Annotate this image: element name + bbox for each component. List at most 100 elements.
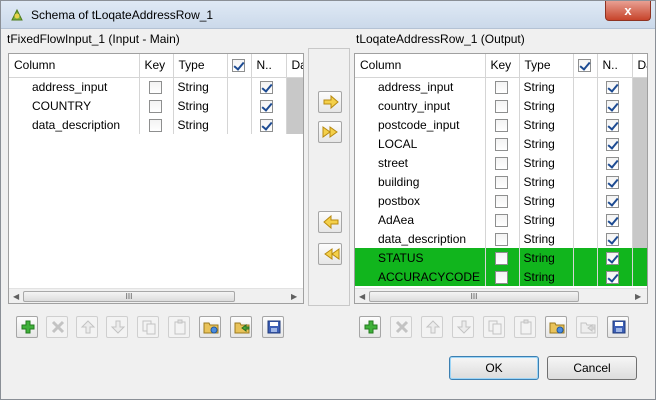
column-header-nullable[interactable]: N..: [251, 54, 287, 78]
key-cell[interactable]: [485, 229, 520, 248]
key-cell[interactable]: [485, 191, 520, 210]
copy-all-right-button[interactable]: [318, 121, 342, 143]
paste-button[interactable]: [168, 316, 190, 338]
table-row[interactable]: COUNTRY String: [9, 96, 303, 115]
type-cell[interactable]: String: [519, 77, 574, 96]
key-cell[interactable]: [139, 77, 174, 96]
column-header-key[interactable]: Key: [485, 54, 520, 78]
key-checkbox[interactable]: [494, 80, 508, 94]
import-schema-button[interactable]: [545, 316, 567, 338]
paste-button[interactable]: [514, 316, 536, 338]
cancel-button[interactable]: Cancel: [547, 356, 637, 380]
type-cell[interactable]: String: [519, 115, 574, 134]
date-pattern-cell[interactable]: [286, 115, 303, 134]
table-row[interactable]: postbox String: [355, 191, 647, 210]
key-cell[interactable]: [485, 77, 520, 96]
table-row[interactable]: country_input String: [355, 96, 647, 115]
nullable-cell[interactable]: [597, 77, 633, 96]
column-name-cell[interactable]: street: [355, 153, 486, 172]
nullable-checkbox[interactable]: [605, 232, 619, 246]
copy-selected-left-button[interactable]: [318, 211, 342, 233]
add-column-button[interactable]: [359, 316, 381, 338]
column-header-key[interactable]: Key: [139, 54, 174, 78]
key-cell[interactable]: [485, 96, 520, 115]
nullable-checkbox[interactable]: [605, 175, 619, 189]
column-name-cell[interactable]: address_input: [9, 77, 140, 96]
nullable-checkbox[interactable]: [605, 99, 619, 113]
nullable-checkbox[interactable]: [259, 80, 273, 94]
table-row[interactable]: LOCAL String: [355, 134, 647, 153]
type-cell[interactable]: String: [519, 210, 574, 229]
export-schema-button[interactable]: [230, 316, 252, 338]
export-schema-button[interactable]: [576, 316, 598, 338]
copy-selected-right-button[interactable]: [318, 91, 342, 113]
key-cell[interactable]: [485, 248, 520, 267]
nullable-cell[interactable]: [251, 96, 287, 115]
add-column-button[interactable]: [16, 316, 38, 338]
date-pattern-cell[interactable]: [632, 191, 647, 210]
type-cell[interactable]: String: [519, 191, 574, 210]
column-header-type[interactable]: Type: [173, 54, 228, 78]
column-header-name[interactable]: Column: [9, 54, 140, 78]
nullable-cell[interactable]: [597, 248, 633, 267]
nullable-checkbox[interactable]: [605, 251, 619, 265]
ok-button[interactable]: OK: [449, 356, 539, 380]
date-pattern-cell[interactable]: [632, 134, 647, 153]
type-cell[interactable]: String: [519, 267, 574, 286]
column-name-cell[interactable]: postbox: [355, 191, 486, 210]
output-table-hscrollbar[interactable]: ◀ III ▶: [355, 288, 647, 303]
key-cell[interactable]: [485, 153, 520, 172]
nullable-checkbox[interactable]: [605, 270, 619, 284]
column-name-cell[interactable]: country_input: [355, 96, 486, 115]
column-name-cell[interactable]: COUNTRY: [9, 96, 140, 115]
move-up-button[interactable]: [421, 316, 443, 338]
key-cell[interactable]: [139, 96, 174, 115]
save-schema-button[interactable]: [262, 316, 284, 338]
nullable-cell[interactable]: [597, 153, 633, 172]
key-cell[interactable]: [485, 210, 520, 229]
scroll-left-icon[interactable]: ◀: [359, 292, 365, 301]
copy-button[interactable]: [483, 316, 505, 338]
nullable-checkbox[interactable]: [605, 156, 619, 170]
nullable-checkbox[interactable]: [259, 118, 273, 132]
scroll-right-icon[interactable]: ▶: [291, 292, 297, 301]
date-pattern-cell[interactable]: [632, 96, 647, 115]
input-schema-table[interactable]: Column Key Type N.. Da address_input Stri…: [8, 53, 304, 304]
key-cell[interactable]: [485, 172, 520, 191]
key-checkbox[interactable]: [148, 80, 162, 94]
type-cell[interactable]: String: [519, 172, 574, 191]
close-button[interactable]: x: [605, 1, 651, 21]
copy-button[interactable]: [137, 316, 159, 338]
date-pattern-cell[interactable]: [286, 96, 303, 115]
date-pattern-cell[interactable]: [632, 210, 647, 229]
type-cell[interactable]: String: [519, 248, 574, 267]
date-pattern-cell[interactable]: [632, 229, 647, 248]
input-table-hscrollbar[interactable]: ◀ III ▶: [9, 288, 303, 303]
column-name-cell[interactable]: ACCURACYCODE: [355, 267, 486, 286]
key-checkbox[interactable]: [494, 118, 508, 132]
move-up-button[interactable]: [76, 316, 98, 338]
nullable-cell[interactable]: [597, 191, 633, 210]
date-pattern-cell[interactable]: [632, 115, 647, 134]
remove-column-button[interactable]: [46, 316, 68, 338]
key-cell[interactable]: [139, 115, 174, 134]
type-cell[interactable]: String: [519, 134, 574, 153]
column-name-cell[interactable]: data_description: [9, 115, 140, 134]
nullable-checkbox[interactable]: [259, 99, 273, 113]
type-cell[interactable]: String: [173, 77, 228, 96]
scroll-right-icon[interactable]: ▶: [635, 292, 641, 301]
column-name-cell[interactable]: LOCAL: [355, 134, 486, 153]
nullable-cell[interactable]: [597, 267, 633, 286]
table-row[interactable]: postcode_input String: [355, 115, 647, 134]
nullable-cell[interactable]: [251, 77, 287, 96]
table-row[interactable]: address_input String: [9, 77, 303, 96]
column-name-cell[interactable]: postcode_input: [355, 115, 486, 134]
key-checkbox[interactable]: [494, 213, 508, 227]
key-checkbox[interactable]: [494, 194, 508, 208]
type-cell[interactable]: String: [519, 153, 574, 172]
column-header-type[interactable]: Type: [519, 54, 574, 78]
table-row[interactable]: STATUS String: [355, 248, 647, 267]
table-row[interactable]: AdAea String: [355, 210, 647, 229]
select-all-checkbox[interactable]: [231, 59, 245, 73]
nullable-cell[interactable]: [251, 115, 287, 134]
